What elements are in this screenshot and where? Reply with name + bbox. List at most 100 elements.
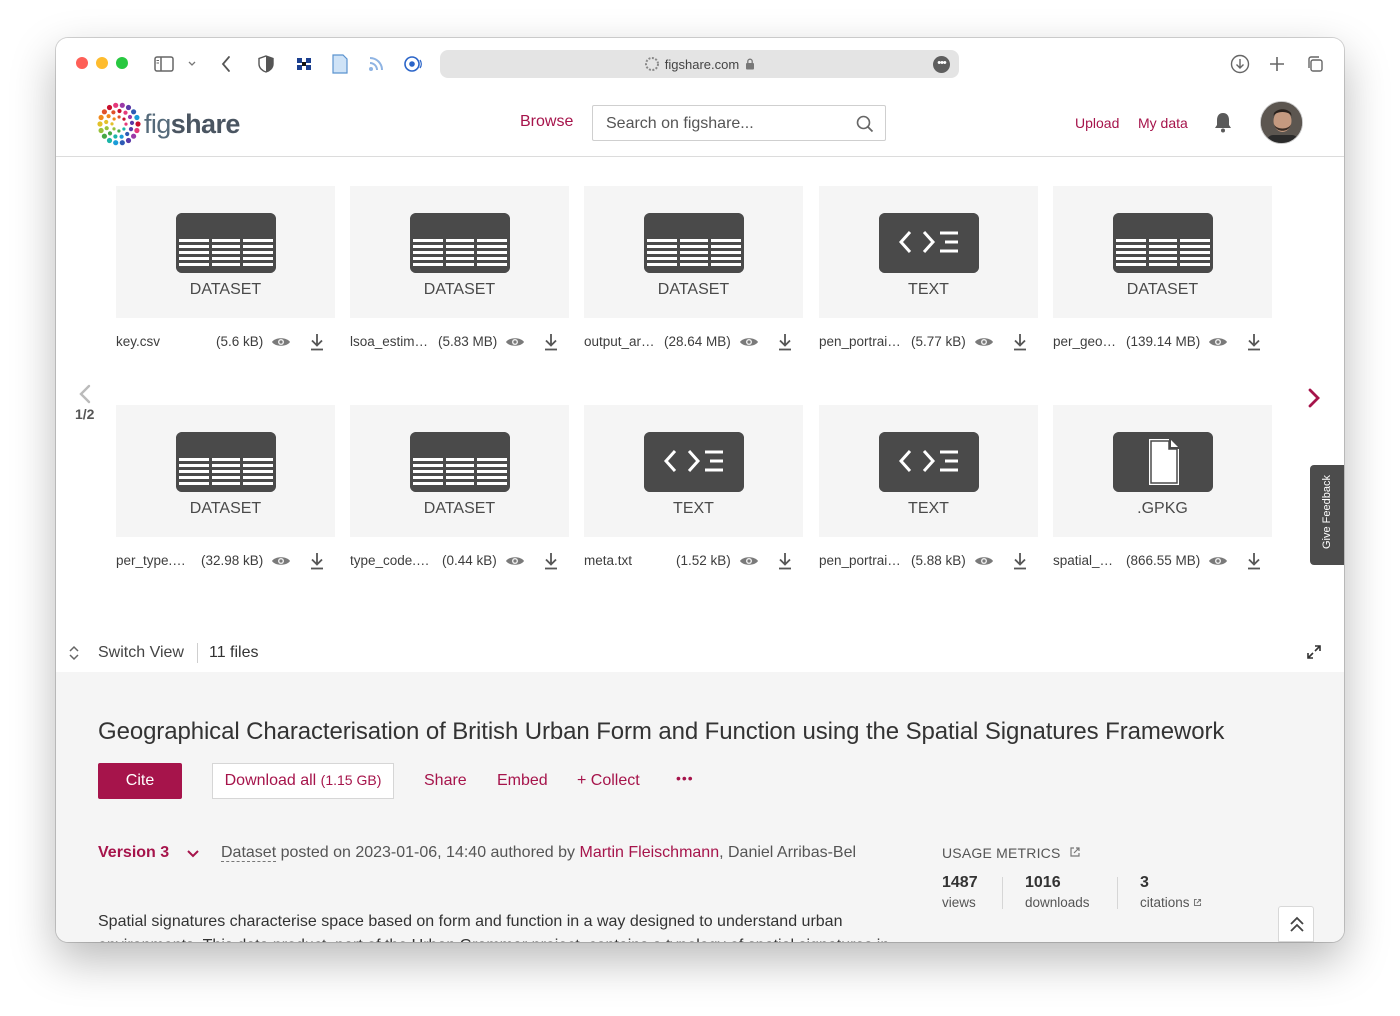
preview-eye-icon[interactable] (505, 554, 525, 568)
back-icon[interactable] (214, 52, 238, 76)
download-icon[interactable] (309, 332, 325, 352)
download-icon[interactable] (777, 551, 793, 571)
extension-grid-icon[interactable] (292, 52, 316, 76)
file-preview-card[interactable]: TEXT (819, 405, 1038, 537)
tab-overview-icon[interactable] (1303, 52, 1327, 76)
share-button[interactable]: Share (424, 772, 467, 790)
file-type-label: .GPKG (1137, 500, 1188, 517)
file-name[interactable]: pen_portrai… (819, 334, 901, 349)
preview-eye-icon[interactable] (739, 554, 759, 568)
cite-button[interactable]: Cite (98, 763, 182, 799)
preview-eye-icon[interactable] (271, 335, 291, 349)
scroll-to-top-button[interactable] (1278, 906, 1314, 942)
download-icon[interactable] (1012, 332, 1028, 352)
file-icon (1113, 432, 1213, 492)
download-icon[interactable] (1246, 551, 1262, 571)
preview-eye-icon[interactable] (739, 335, 759, 349)
download-icon[interactable] (1246, 332, 1262, 352)
file-name[interactable]: per_type.… (116, 553, 186, 568)
file-size: (0.44 kB) (442, 553, 497, 568)
give-feedback-tab[interactable]: Give Feedback (1310, 465, 1344, 565)
close-window-button[interactable] (76, 57, 88, 69)
search-icon[interactable] (856, 115, 874, 133)
usage-metrics-title[interactable]: USAGE METRICS (942, 845, 1081, 861)
external-link-icon (1194, 898, 1202, 907)
address-bar[interactable]: figshare.com ••• (440, 50, 959, 78)
file-name[interactable]: output_ar… (584, 334, 655, 349)
figshare-logo[interactable]: figshare (97, 102, 240, 146)
download-icon[interactable] (1012, 551, 1028, 571)
file-preview-card[interactable]: DATASET (116, 405, 335, 537)
file-preview-card[interactable]: TEXT (819, 186, 1038, 318)
file-preview-card[interactable]: .GPKG (1053, 405, 1272, 537)
file-preview-card[interactable]: TEXT (584, 405, 803, 537)
downloads-label: downloads (1025, 895, 1090, 910)
minimize-window-button[interactable] (96, 57, 108, 69)
my-data-link[interactable]: My data (1138, 115, 1188, 131)
collect-button[interactable]: + Collect (577, 772, 640, 790)
preview-eye-icon[interactable] (974, 335, 994, 349)
sidebar-icon[interactable] (152, 52, 176, 76)
browse-link[interactable]: Browse (520, 113, 573, 131)
chevron-left-icon (79, 384, 91, 404)
rss-icon[interactable] (364, 52, 388, 76)
search-input[interactable]: Search on figshare... (592, 105, 886, 141)
document-icon[interactable] (328, 52, 352, 76)
target-extension-icon[interactable] (401, 52, 425, 76)
file-preview-card[interactable]: DATASET (350, 405, 569, 537)
file-name[interactable]: meta.txt (584, 553, 632, 568)
chevron-down-icon[interactable] (180, 52, 204, 76)
page-menu-icon[interactable]: ••• (933, 56, 950, 73)
shield-icon[interactable] (254, 52, 278, 76)
file-name[interactable]: pen_portrai… (819, 553, 901, 568)
lock-icon (746, 58, 755, 70)
preview-eye-icon[interactable] (271, 554, 291, 568)
file-type-label: DATASET (189, 281, 262, 298)
file-preview-card[interactable]: DATASET (584, 186, 803, 318)
file-name[interactable]: spatial_… (1053, 553, 1113, 568)
item-type[interactable]: Dataset (221, 844, 277, 862)
chevron-right-icon (1308, 388, 1320, 408)
download-all-button[interactable]: Download all (1.15 GB) (212, 763, 394, 799)
divider (197, 643, 198, 663)
expand-icon[interactable] (1306, 644, 1322, 665)
file-count: 11 files (209, 644, 259, 661)
file-preview-card[interactable]: DATASET (1053, 186, 1272, 318)
new-tab-icon[interactable] (1265, 52, 1289, 76)
citations-metric[interactable]: 3 citations (1140, 874, 1202, 910)
file-size: (5.88 kB) (911, 553, 966, 568)
upload-link[interactable]: Upload (1075, 115, 1119, 131)
preview-eye-icon[interactable] (505, 335, 525, 349)
file-name[interactable]: per_geo… (1053, 334, 1116, 349)
download-icon[interactable] (543, 551, 559, 571)
chevron-down-icon[interactable] (186, 847, 200, 865)
more-actions-button[interactable]: ••• (676, 770, 694, 786)
code-icon (879, 213, 979, 273)
author-link[interactable]: Martin Fleischmann (579, 844, 719, 861)
download-icon[interactable] (543, 332, 559, 352)
version-selector[interactable]: Version 3 (98, 844, 169, 862)
user-avatar[interactable] (1260, 101, 1303, 144)
preview-eye-icon[interactable] (1208, 554, 1228, 568)
file-name[interactable]: lsoa_estim… (350, 334, 428, 349)
posted-info: Dataset posted on 2023-01-06, 14:40 auth… (221, 844, 856, 862)
views-label: views (942, 895, 976, 910)
downloads-icon[interactable] (1228, 52, 1252, 76)
bell-icon[interactable] (1213, 111, 1233, 138)
version-label: Version 3 (98, 844, 170, 861)
file-preview-card[interactable]: DATASET (350, 186, 569, 318)
table-icon (176, 432, 276, 492)
preview-eye-icon[interactable] (1208, 335, 1228, 349)
file-name[interactable]: type_code.… (350, 553, 430, 568)
zoom-window-button[interactable] (116, 57, 128, 69)
switch-view-button[interactable]: Switch View (98, 644, 184, 662)
next-page-button[interactable] (1306, 387, 1322, 414)
embed-button[interactable]: Embed (497, 772, 548, 790)
download-icon[interactable] (309, 551, 325, 571)
file-type-label: TEXT (673, 500, 714, 517)
download-icon[interactable] (777, 332, 793, 352)
preview-eye-icon[interactable] (974, 554, 994, 568)
switch-view-icon[interactable] (68, 645, 80, 666)
file-preview-card[interactable]: DATASET (116, 186, 335, 318)
file-name[interactable]: key.csv (116, 334, 160, 349)
